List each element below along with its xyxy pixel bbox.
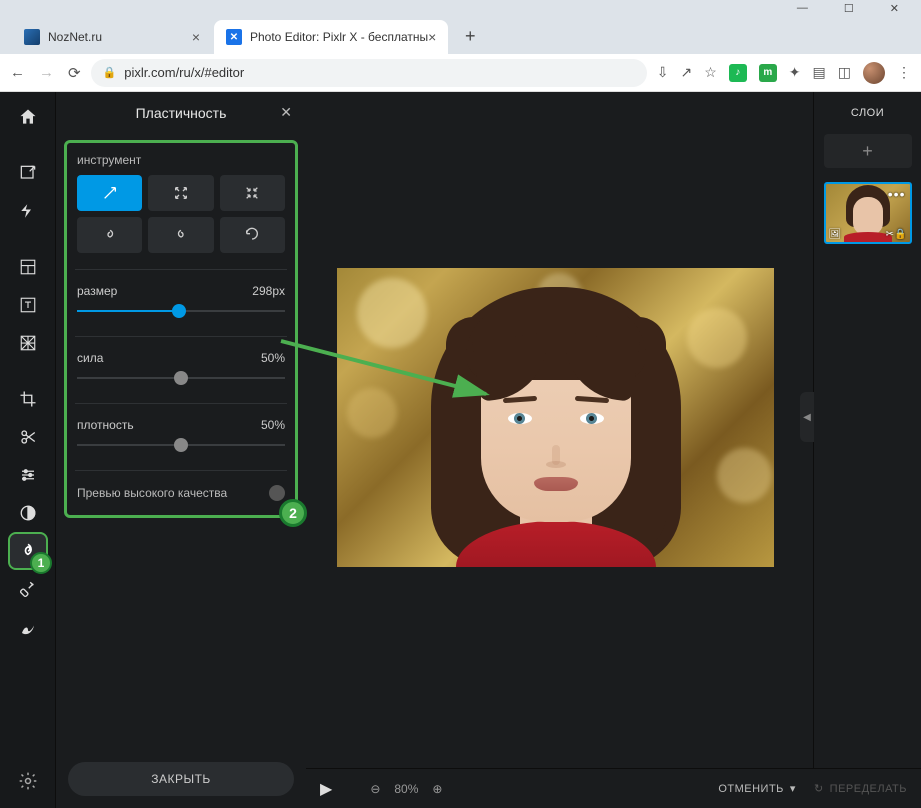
size-slider[interactable] <box>77 302 285 320</box>
cutout-tool-icon[interactable] <box>10 420 46 454</box>
restore-button[interactable] <box>220 217 285 253</box>
layer-options-icon[interactable]: ••• <box>888 186 906 202</box>
filter-tool-icon[interactable] <box>10 496 46 530</box>
liquify-panel: Пластичность ✕ инструмент размер 298px си… <box>56 92 306 808</box>
panel-title: Пластичность <box>136 105 227 121</box>
reading-icon[interactable]: ▤ <box>813 64 826 81</box>
redo-icon: ↻ <box>814 782 824 795</box>
layer-image-icon: 🖼 <box>829 229 842 240</box>
liquify-tool-icon[interactable]: 1 <box>10 534 46 568</box>
panel-highlighted-box: инструмент размер 298px сила 50% плотность… <box>64 140 298 518</box>
hq-preview-toggle[interactable] <box>269 485 285 501</box>
enlarge-tool-button[interactable] <box>148 175 213 211</box>
profile-avatar[interactable] <box>863 62 885 84</box>
tab-close-icon[interactable]: × <box>192 29 200 45</box>
ext-green-icon[interactable]: ♪ <box>729 64 747 82</box>
tab-strip: NozNet.ru × ✕ Photo Editor: Pixlr X - бе… <box>0 16 921 54</box>
shrink-tool-button[interactable] <box>220 175 285 211</box>
canvas-area[interactable]: 547 x 374 px @ 80% <box>306 92 813 808</box>
menu-icon[interactable]: ⋮ <box>897 64 911 81</box>
forward-icon[interactable]: → <box>39 64 54 82</box>
settings-icon[interactable] <box>10 764 46 798</box>
layers-panel: СЛОИ + ••• 🖼 ✂🔒 <box>813 92 921 808</box>
zoom-in-icon[interactable]: ⊕ <box>432 782 442 796</box>
play-icon[interactable]: ▶ <box>320 779 332 799</box>
lock-icon: 🔒 <box>103 66 117 79</box>
redo-label: ПЕРЕДЕЛАТЬ <box>830 783 907 795</box>
density-value: 50% <box>261 418 285 432</box>
star-icon[interactable]: ☆ <box>704 64 717 81</box>
ext-m-icon[interactable]: m <box>759 64 777 82</box>
size-value: 298px <box>252 284 285 298</box>
tab-label: NozNet.ru <box>48 30 102 44</box>
panel-close-icon[interactable]: ✕ <box>280 104 292 121</box>
tab-close-icon[interactable]: × <box>428 29 436 45</box>
favicon-noznet-icon <box>24 29 40 45</box>
crop-tool-icon[interactable] <box>10 382 46 416</box>
install-icon[interactable]: ⇩ <box>657 64 669 81</box>
density-label: плотность <box>77 418 134 432</box>
push-tool-button[interactable] <box>77 175 142 211</box>
zoom-level[interactable]: 80% <box>394 782 418 796</box>
home-icon[interactable] <box>10 100 46 134</box>
share-icon[interactable]: ↗ <box>681 64 693 81</box>
element-tool-icon[interactable] <box>10 326 46 360</box>
window-max-icon[interactable]: ☐ <box>844 2 854 15</box>
new-tab-button[interactable]: + <box>456 22 484 50</box>
left-toolbar: 1 <box>0 92 56 808</box>
right-panel-collapse[interactable]: ◀ <box>800 392 814 442</box>
reload-icon[interactable]: ⟳ <box>68 64 81 82</box>
app-root: 1 Пластичность ✕ инструмент размер 298px <box>0 92 921 808</box>
retouch-tool-icon[interactable] <box>10 572 46 606</box>
swirl-left-button[interactable] <box>77 217 142 253</box>
size-label: размер <box>77 284 117 298</box>
layer-lock-icon[interactable]: ✂🔒 <box>886 229 907 240</box>
tab-label: Photo Editor: Pixlr X - бесплатны <box>250 30 428 44</box>
strength-slider[interactable] <box>77 369 285 387</box>
text-tool-icon[interactable] <box>10 288 46 322</box>
annotation-marker-1: 1 <box>30 552 52 574</box>
url-field[interactable]: 🔒 pixlr.com/ru/x/#editor <box>91 59 647 87</box>
window-titlebar: — ☐ ✕ <box>0 0 921 16</box>
bottom-bar: ▶ ⊖ 80% ⊕ ОТМЕНИТЬ ▾ ↻ ПЕРЕДЕЛАТЬ <box>306 768 921 808</box>
canvas-image[interactable] <box>337 268 774 567</box>
add-layer-button[interactable]: + <box>824 134 912 168</box>
section-tool-label: инструмент <box>77 153 285 167</box>
undo-label: ОТМЕНИТЬ <box>718 783 784 795</box>
panel-header: Пластичность ✕ <box>56 92 306 134</box>
layer-thumbnail[interactable]: ••• 🖼 ✂🔒 <box>824 182 912 244</box>
back-icon[interactable]: ← <box>10 64 25 82</box>
layers-title: СЛОИ <box>851 92 884 134</box>
panel-icon[interactable]: ◫ <box>838 64 851 81</box>
arrange-tool-icon[interactable] <box>10 156 46 190</box>
window-close-icon[interactable]: ✕ <box>890 2 899 15</box>
annotation-marker-2: 2 <box>279 499 307 527</box>
strength-label: сила <box>77 351 103 365</box>
url-text: pixlr.com/ru/x/#editor <box>124 65 244 80</box>
redo-button[interactable]: ↻ ПЕРЕДЕЛАТЬ <box>814 782 907 795</box>
tab-pixlr[interactable]: ✕ Photo Editor: Pixlr X - бесплатны × <box>214 20 448 54</box>
zoom-out-icon[interactable]: ⊖ <box>370 782 380 796</box>
favicon-pixlr-icon: ✕ <box>226 29 242 45</box>
tab-noznet[interactable]: NozNet.ru × <box>12 20 212 54</box>
hq-preview-label: Превью высокого качества <box>77 486 227 500</box>
density-slider[interactable] <box>77 436 285 454</box>
close-button[interactable]: ЗАКРЫТЬ <box>68 762 294 796</box>
draw-tool-icon[interactable] <box>10 610 46 644</box>
swirl-right-button[interactable] <box>148 217 213 253</box>
strength-value: 50% <box>261 351 285 365</box>
undo-button[interactable]: ОТМЕНИТЬ ▾ <box>718 782 796 795</box>
adjust-tool-icon[interactable] <box>10 458 46 492</box>
window-min-icon[interactable]: — <box>797 2 808 14</box>
chevron-down-icon: ▾ <box>790 782 796 795</box>
extensions-icon[interactable]: ✦ <box>789 64 801 81</box>
ai-tool-icon[interactable] <box>10 194 46 228</box>
layout-tool-icon[interactable] <box>10 250 46 284</box>
address-bar: ← → ⟳ 🔒 pixlr.com/ru/x/#editor ⇩ ↗ ☆ ♪ m… <box>0 54 921 92</box>
